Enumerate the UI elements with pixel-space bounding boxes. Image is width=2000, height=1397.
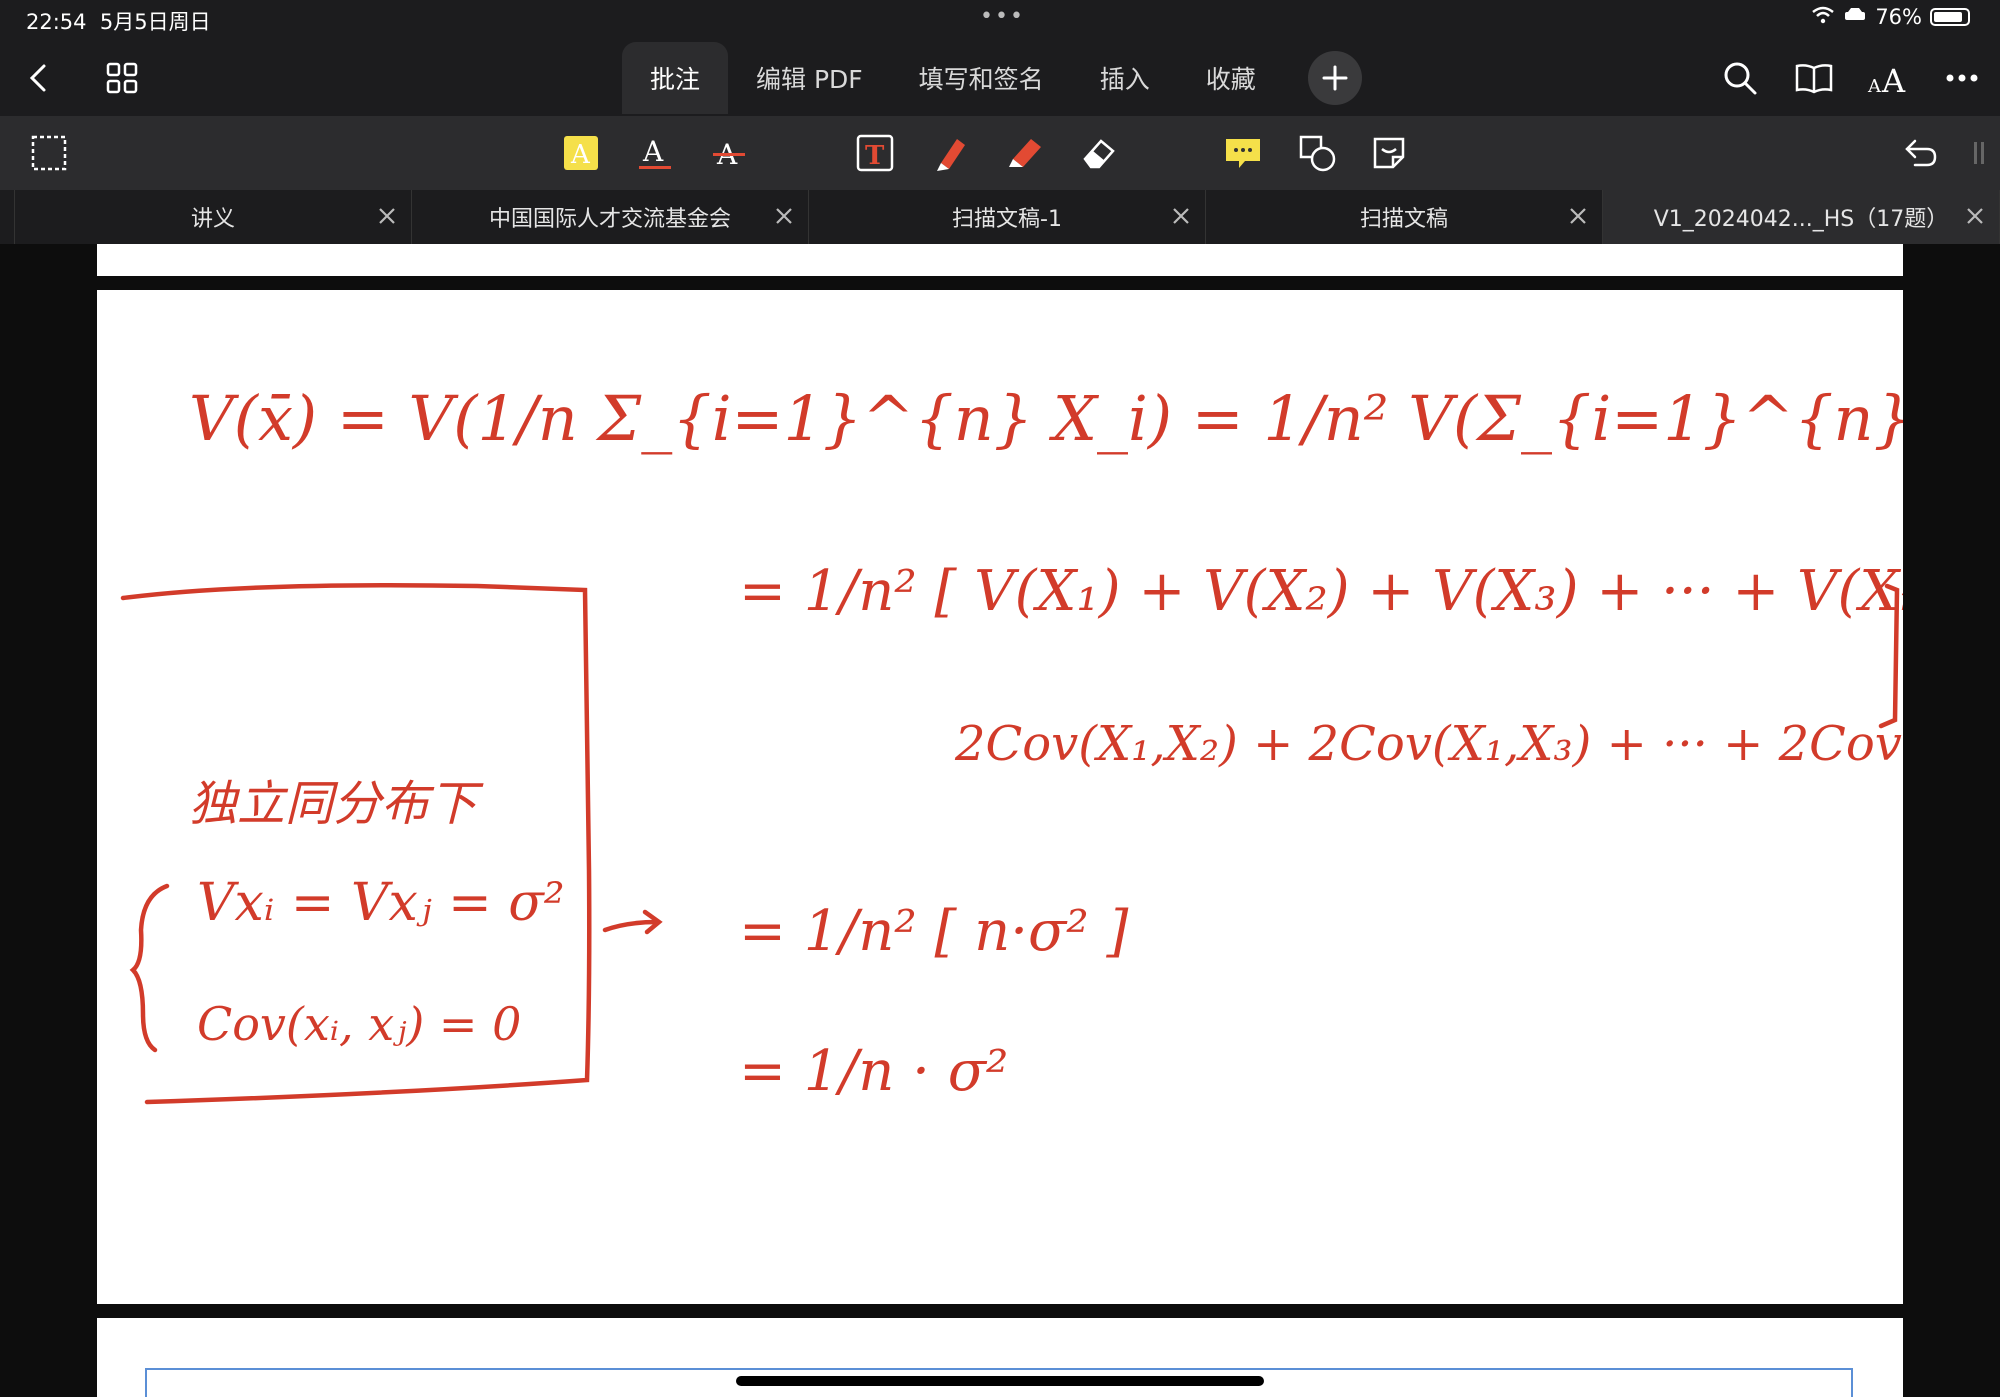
tab-favorites[interactable]: 收藏	[1178, 42, 1284, 114]
battery-percent: 76%	[1875, 5, 1922, 29]
strikethrough-text-icon[interactable]: A	[706, 130, 752, 176]
highlighter-pen-icon[interactable]	[1002, 130, 1048, 176]
status-bar: 22:54 5月5日周日 ••• 76%	[0, 0, 2000, 40]
hw-line4: = 1/n² [ n·σ² ]	[739, 899, 1129, 964]
svg-text:A: A	[570, 140, 591, 170]
svg-text:A: A	[1867, 76, 1882, 96]
tab-fill-sign[interactable]: 填写和签名	[891, 42, 1072, 114]
shapes-icon[interactable]	[1294, 130, 1340, 176]
doc-tab-3[interactable]: 扫描文稿-1	[809, 190, 1206, 244]
text-box-icon[interactable]: T	[852, 130, 898, 176]
battery-icon	[1930, 8, 1970, 26]
hw-line2: = 1/n² [ V(X₁) + V(X₂) + V(X₃) + ··· + V…	[739, 559, 1903, 624]
tab-insert[interactable]: 插入	[1072, 42, 1178, 114]
doc-tab-label: 扫描文稿	[1359, 207, 1448, 232]
add-tool-button[interactable]	[1307, 51, 1362, 105]
sticker-icon[interactable]	[1366, 130, 1412, 176]
search-icon[interactable]	[1714, 52, 1766, 104]
close-icon[interactable]	[772, 204, 796, 228]
eraser-icon[interactable]	[1076, 130, 1122, 176]
top-bar: 批注 编辑 PDF 填写和签名 插入 收藏 AA	[0, 40, 2000, 116]
hw-box-eq2: Cov(xᵢ, xⱼ) = 0	[197, 997, 521, 1051]
underline-text-icon[interactable]: A	[632, 130, 678, 176]
annotation-toolbar: A A A T	[0, 116, 2000, 190]
undo-icon[interactable]	[1898, 130, 1944, 176]
document-viewport[interactable]: V(x̄) = V(1/n Σ_{i=1}^{n} X_i) = 1/n² V(…	[0, 244, 2000, 1397]
doc-tab-label: 中国国际人才交流基金会	[488, 207, 731, 232]
home-indicator[interactable]	[736, 1376, 1264, 1386]
hw-line1: V(x̄) = V(1/n Σ_{i=1}^{n} X_i) = 1/n² V(…	[189, 382, 1903, 455]
close-icon[interactable]	[1169, 204, 1193, 228]
close-icon[interactable]	[375, 204, 399, 228]
hw-line5: = 1/n · σ²	[739, 1039, 1008, 1104]
highlight-text-icon[interactable]: A	[558, 130, 604, 176]
status-right: 76%	[1811, 5, 1970, 29]
wifi-icon	[1811, 5, 1835, 29]
hw-line3: 2Cov(X₁,X₂) + 2Cov(X₁,X₃) + ··· + 2Cov(X…	[954, 716, 1903, 772]
more-options-icon[interactable]	[1936, 52, 1988, 104]
hw-box-title: 独立同分布下	[189, 776, 484, 832]
pdf-page[interactable]: V(x̄) = V(1/n Σ_{i=1}^{n} X_i) = 1/n² V(…	[97, 290, 2000, 1304]
document-tabs: 讲义 中国国际人才交流基金会 扫描文稿-1 扫描文稿 V1_2024042...…	[0, 190, 2000, 244]
status-date: 5月5日周日	[99, 10, 211, 34]
svg-text:T: T	[865, 141, 885, 171]
reading-mode-icon[interactable]	[1788, 52, 1840, 104]
handwriting-annotations: V(x̄) = V(1/n Σ_{i=1}^{n} X_i) = 1/n² V(…	[120, 382, 2000, 1105]
doc-tab-label: V1_2024042..._HS（17题）	[1653, 207, 1949, 232]
pen-icon[interactable]	[928, 130, 974, 176]
close-icon[interactable]	[1963, 204, 1987, 228]
status-time: 22:54 5月5日周日	[26, 10, 211, 34]
text-size-icon[interactable]: AA	[1862, 52, 1914, 104]
doc-tab-label: 扫描文稿-1	[952, 207, 1062, 232]
tab-annotate[interactable]: 批注	[622, 42, 729, 114]
comment-note-icon[interactable]	[1220, 130, 1266, 176]
thumbnails-grid-icon[interactable]	[96, 52, 148, 104]
svg-text:A: A	[642, 135, 664, 168]
doc-tab-5[interactable]: V1_2024042..._HS（17题）	[1603, 190, 2000, 244]
doc-tab-2[interactable]: 中国国际人才交流基金会	[412, 190, 809, 244]
car-icon	[1843, 5, 1867, 29]
previous-page	[97, 244, 1903, 276]
multitask-dots-icon[interactable]: •••	[980, 4, 1025, 29]
toolbar-drag-handle-icon[interactable]	[1956, 130, 2000, 176]
doc-tab-4[interactable]: 扫描文稿	[1206, 190, 1603, 244]
mode-tabs: 批注 编辑 PDF 填写和签名 插入 收藏	[622, 42, 1362, 114]
tab-edit-pdf[interactable]: 编辑 PDF	[728, 42, 891, 114]
back-icon[interactable]	[12, 52, 64, 104]
close-icon[interactable]	[1566, 204, 1590, 228]
hw-box-eq1: Vxᵢ = Vxⱼ = σ²	[197, 873, 565, 933]
doc-tab-label: 讲义	[190, 207, 235, 232]
svg-text:A: A	[1881, 62, 1906, 96]
area-select-icon[interactable]	[26, 130, 72, 176]
doc-tab-1[interactable]: 讲义	[14, 190, 412, 244]
